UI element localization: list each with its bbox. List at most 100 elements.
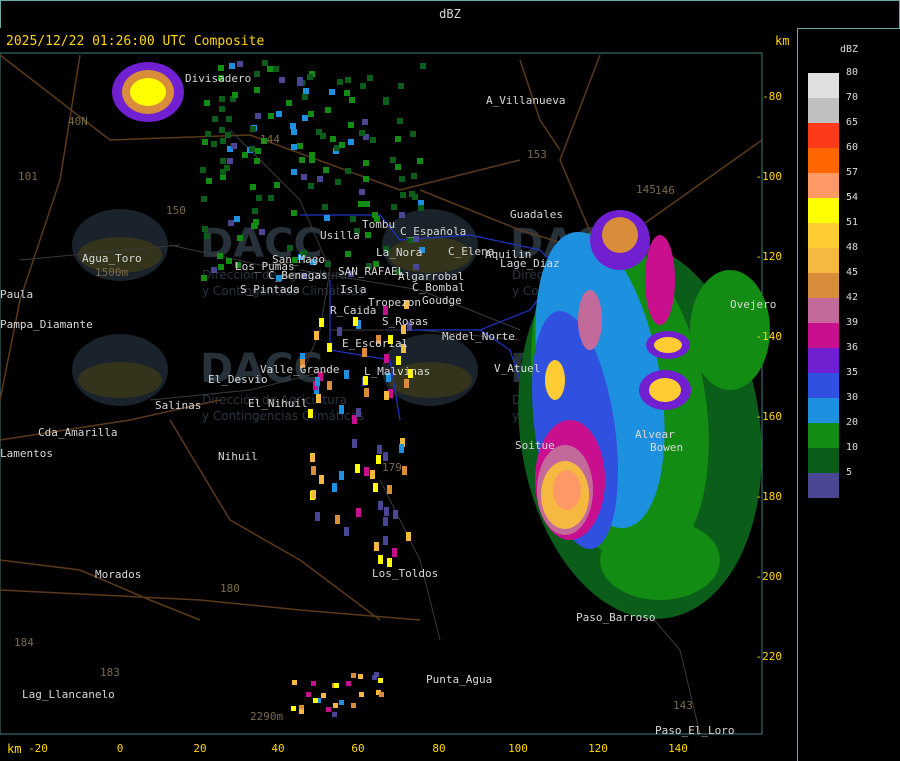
place-label: Pampa_Diamante: [0, 318, 93, 331]
echo-pixel: [309, 157, 315, 163]
timestamp-label: 2025/12/22 01:26:00 UTC Composite: [6, 34, 265, 49]
echo-pixel: [202, 226, 208, 232]
echo-pixel: [268, 195, 274, 201]
echo-pixel: [201, 275, 207, 281]
echo-region-ne-band: [645, 235, 675, 325]
echo-pixel: [254, 71, 260, 77]
legend-swatch-51: [808, 223, 839, 248]
echo-pixel: [383, 452, 388, 461]
echo-pixel: [323, 167, 329, 173]
place-label: Divisadero: [185, 72, 251, 85]
legend-swatch-5: [808, 473, 839, 498]
place-label: Ovejero: [730, 298, 776, 311]
echo-pixel: [330, 136, 336, 142]
echo-pixel: [392, 548, 397, 557]
echo-pixel: [418, 205, 424, 211]
y-tick--120: -120: [756, 250, 783, 263]
echo-pixel: [319, 475, 324, 484]
place-label: 146: [655, 184, 675, 197]
place-label: La_Nora: [376, 246, 422, 259]
echo-pixel: [334, 683, 339, 688]
echo-pixel: [291, 706, 296, 711]
echo-region-west-cell: [545, 360, 565, 400]
echo-pixel: [256, 195, 262, 201]
echo-pixel: [348, 139, 354, 145]
place-label: 144: [260, 133, 280, 146]
legend-swatch-65: [808, 123, 839, 148]
echo-pixel: [297, 77, 303, 83]
place-label: Tombu: [362, 218, 395, 231]
legend-labels: 80 70 65 60 57 54 51 48 45 42 39 36 35 30 20 10 5: [846, 67, 858, 492]
echo-pixel: [324, 215, 330, 221]
place-label: Nihuil: [218, 450, 258, 463]
place-label: Goudge: [422, 294, 462, 307]
echo-pixel: [237, 61, 243, 67]
echo-pixel: [326, 707, 331, 712]
echo-pixel: [360, 83, 366, 89]
place-label: 180: [220, 582, 240, 595]
echo-pixel: [398, 83, 404, 89]
place-label: Lage_Diaz: [500, 257, 560, 270]
echo-pixel: [359, 189, 365, 195]
echo-pixel: [226, 116, 232, 122]
echo-pixel: [220, 158, 226, 164]
echo-pixel: [250, 184, 256, 190]
echo-pixel: [337, 327, 342, 336]
echo-pixel: [250, 126, 256, 132]
radar-map[interactable]: DACCDirección de Agriculturay Contingenc…: [0, 28, 797, 761]
echo-pixel: [290, 123, 296, 129]
legend-title: dBZ: [839, 44, 859, 55]
echo-pixel: [218, 264, 224, 270]
echo-pixel: [399, 176, 405, 182]
echo-pixel: [387, 558, 392, 567]
place-label: Valle_Grande: [260, 363, 339, 376]
echo-pixel: [220, 138, 226, 144]
place-label: 150: [166, 204, 186, 217]
echo-pixel: [268, 113, 274, 119]
echo-region-se-cell-core: [649, 378, 681, 402]
echo-pixel: [302, 115, 308, 121]
echo-pixel: [358, 201, 364, 207]
echo-pixel: [279, 77, 285, 83]
echo-pixel: [311, 681, 316, 686]
legend-swatch-70: [808, 98, 839, 123]
unit-label-top: km: [775, 34, 790, 48]
echo-pixel: [254, 87, 260, 93]
echo-pixel: [325, 107, 331, 113]
header-title: dBZ: [439, 7, 461, 21]
echo-pixel: [315, 512, 320, 521]
place-label: S_Rosas: [382, 315, 428, 328]
place-label: Medel_Norte: [442, 330, 515, 343]
echo-pixel: [339, 405, 344, 414]
echo-pixel: [374, 542, 379, 551]
echo-pixel: [308, 183, 314, 189]
echo-pixel: [378, 678, 383, 683]
legend-swatch-36: [808, 348, 839, 373]
place-label: Alvear: [635, 428, 675, 441]
legend-label-42: 42: [846, 292, 859, 303]
legend-swatch-30: [808, 398, 839, 423]
echo-pixel: [255, 113, 261, 119]
echo-pixel: [390, 157, 396, 163]
echo-pixel: [267, 66, 273, 72]
place-label: A_Villanueva: [486, 94, 565, 107]
place-label: L_Malvinas: [364, 365, 430, 378]
place-label: Isla: [340, 283, 367, 296]
echo-pixel: [345, 251, 351, 257]
place-label: 101: [18, 170, 38, 183]
legend-label-10: 10: [846, 442, 859, 453]
radar-panel[interactable]: DACC Dirección de Agricultura y Contingenc…: [0, 28, 798, 761]
place-label: Salinas: [155, 399, 201, 412]
echo-pixel: [344, 90, 350, 96]
place-label: Morados: [95, 568, 141, 581]
echo-pixel: [345, 77, 351, 83]
x-tick-60: 60: [351, 742, 364, 755]
echo-pixel: [212, 116, 218, 122]
echo-pixel: [420, 63, 426, 69]
echo-pixel: [353, 317, 358, 326]
legend-label-35: 35: [846, 367, 859, 378]
echo-pixel: [348, 122, 354, 128]
echo-pixel: [316, 129, 322, 135]
echo-pixel: [262, 60, 268, 66]
echo-pixel: [227, 158, 233, 164]
